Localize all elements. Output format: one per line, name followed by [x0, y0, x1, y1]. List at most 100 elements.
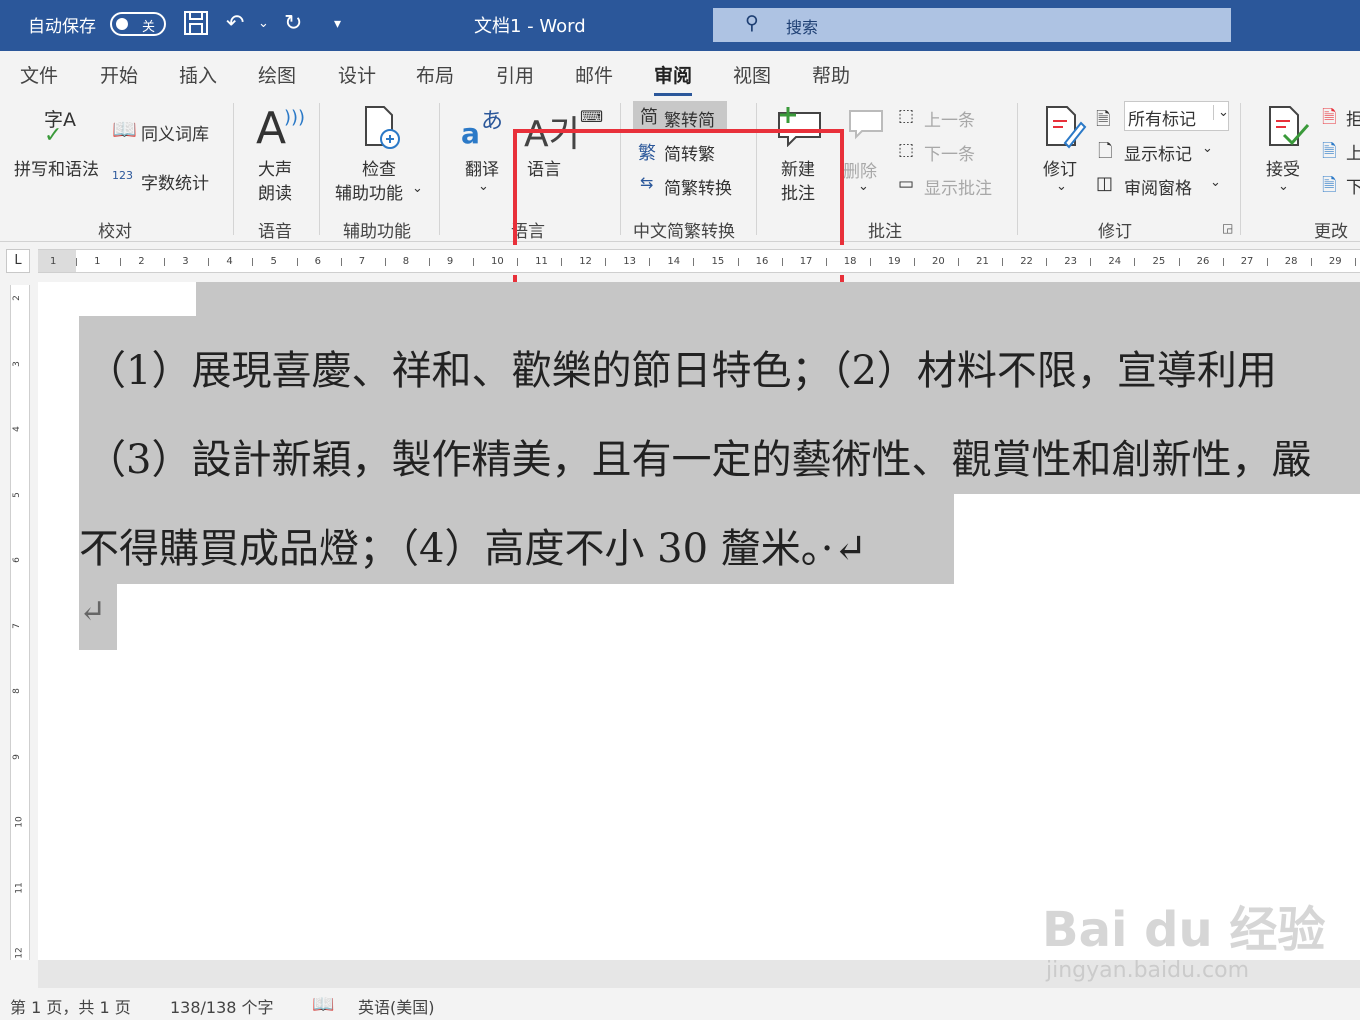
ruler-number: 5 [270, 256, 277, 267]
ruler-tick [737, 258, 739, 266]
ruler-tick [1310, 258, 1312, 266]
next-label: 下一条 [924, 145, 975, 165]
word-count[interactable]: 138/138 个字 [170, 994, 274, 1018]
ruler-tick [120, 258, 122, 266]
ribbon-tabs: 文件 开始 插入 绘图 设计 布局 引用 邮件 审阅 视图 帮助 [0, 51, 1360, 97]
ruler-tick [869, 258, 871, 266]
tab-insert[interactable]: 插入 [179, 61, 217, 88]
read-aloud-label-2: 朗读 [258, 184, 292, 204]
vertical-ruler-number: 3 [11, 360, 22, 367]
tab-mailings[interactable]: 邮件 [575, 61, 613, 88]
tab-selector[interactable]: L [6, 249, 30, 273]
watermark-url: jingyan.baidu.com [1046, 958, 1250, 983]
to-simplified-label: 繁转简 [664, 111, 715, 131]
ruler-tick [693, 258, 695, 266]
undo-dropdown-icon[interactable]: ⌄ [258, 10, 269, 38]
ruler-number: 15 [711, 256, 725, 267]
proofing-status-icon[interactable]: 📖 [312, 994, 334, 1015]
search-icon: ⚲ [745, 12, 759, 34]
ruler-tick [208, 258, 210, 266]
word-count-icon: 123 [112, 169, 133, 182]
autosave-label: 自动保存 [28, 17, 96, 37]
ruler-tick [958, 258, 960, 266]
toggle-knob [116, 18, 128, 30]
reviewing-pane-icon: ◫ [1096, 173, 1114, 194]
tab-file[interactable]: 文件 [20, 61, 58, 88]
chevron-down-icon: ⌄ [1278, 179, 1289, 194]
vertical-ruler-number: 4 [11, 426, 22, 432]
tab-design[interactable]: 设计 [338, 61, 376, 88]
simplified-icon: 简 [640, 107, 658, 128]
ruler-area: L 1 1 2 3 4 5 6 7 8 9 10 11 12 13 14 15 16 17 18 19 20 21 22 23… [0, 245, 1360, 275]
read-aloud-icon: A [256, 103, 287, 154]
group-divider [319, 103, 320, 235]
ruler-tick [1090, 258, 1092, 266]
ruler-tick [76, 258, 78, 266]
ruler-number: 21 [976, 256, 989, 267]
language-status[interactable]: 英语(美国) [358, 994, 435, 1018]
check-label-2: 辅助功能 [335, 184, 403, 204]
track-label: 修订 [1043, 160, 1077, 180]
ruler-tick [517, 258, 519, 266]
ruler-number: 19 [887, 256, 901, 267]
vertical-ruler[interactable]: 2 3 4 5 6 7 8 9 10 11 12 [10, 285, 30, 960]
horizontal-ruler[interactable]: 1 1 2 3 4 5 6 7 8 9 10 11 12 13 14 15 16 17 18 19 20 21 22 23 24… [38, 249, 1360, 273]
autosave-state: 关 [142, 20, 156, 35]
group-speech-label: 语音 [258, 222, 292, 242]
next-change-icon: 🗎 [1322, 175, 1337, 196]
ruler-number: 23 [1064, 256, 1078, 267]
markup-icon: 🗎 [1096, 109, 1111, 130]
page-count[interactable]: 第 1 页，共 1 页 [10, 994, 131, 1018]
ruler-number: 11 [535, 256, 548, 267]
selection-highlight [196, 282, 1360, 316]
tab-references[interactable]: 引用 [496, 61, 534, 88]
chevron-down-icon: ⌄ [1056, 179, 1067, 194]
group-accessibility-label: 辅助功能 [343, 222, 411, 242]
book-icon: 📖 [112, 117, 137, 141]
group-divider [1240, 103, 1241, 235]
save-icon[interactable] [183, 10, 209, 44]
tab-view[interactable]: 视图 [733, 61, 771, 88]
ruler-number: 27 [1240, 256, 1254, 267]
show-comments-icon: ▭ [898, 174, 915, 194]
tab-help[interactable]: 帮助 [812, 61, 850, 88]
ruler-tick [428, 258, 430, 266]
tab-review[interactable]: 审阅 [654, 61, 693, 96]
markup-select[interactable]: 所有标记 ⌄ [1124, 101, 1229, 131]
ruler-tick [1222, 258, 1224, 266]
ruler-number: 20 [932, 256, 945, 267]
previous-label: 上一条 [924, 111, 975, 131]
autosave-toggle[interactable]: 关 [110, 12, 166, 36]
paragraph-line: 不得購買成品燈；（4）高度不小 30 釐米。·↵ [79, 526, 868, 572]
vertical-ruler-number: 6 [11, 557, 22, 563]
ruler-number: 3 [182, 256, 189, 267]
undo-icon[interactable]: ↶ [226, 10, 244, 38]
check-label-1: 检查 [362, 160, 396, 180]
group-changes-label: 更改 [1314, 222, 1348, 242]
tab-home[interactable]: 开始 [100, 61, 138, 88]
ruler-number: 22 [1020, 256, 1033, 267]
thesaurus-label: 同义词库 [141, 125, 209, 145]
show-comments-label: 显示批注 [924, 179, 992, 199]
next-comment-icon: ⬚ [898, 140, 915, 160]
ruler-number: 29 [1328, 256, 1342, 267]
dialog-launcher-icon[interactable]: ◲ [1222, 221, 1233, 235]
previous-comment-icon: ⬚ [898, 106, 915, 126]
document-page[interactable]: （1）展現喜慶、祥和、歡樂的節日特色；（2）材料不限，宣導利用 （3）設計新穎，… [38, 282, 1360, 960]
ruler-tick [781, 258, 783, 266]
vertical-ruler-number: 12 [14, 947, 25, 959]
paragraph-line: （1）展現喜慶、祥和、歡樂的節日特色；（2）材料不限，宣導利用 [86, 348, 1277, 394]
ruler-tick [384, 258, 386, 266]
vertical-ruler-number: 9 [11, 753, 22, 760]
search-box[interactable]: ⚲ 搜索 [713, 8, 1231, 42]
keyboard-icon[interactable]: ⌨ [580, 107, 603, 126]
ruler-tick [252, 258, 254, 266]
redo-icon[interactable]: ↻ [284, 10, 302, 38]
title-bar: 自动保存 关 ↶ ⌄ ↻ ▾ 文档1 - Word ⚲ 搜索 [0, 0, 1360, 51]
show-markup-label: 显示标记 [1124, 145, 1192, 165]
tab-draw[interactable]: 绘图 [258, 61, 296, 88]
tab-layout[interactable]: 布局 [416, 61, 454, 88]
ruler-tick [296, 258, 298, 266]
customize-toolbar-icon[interactable]: ▾ [334, 10, 341, 38]
translate-icon-b: あ [481, 109, 504, 134]
